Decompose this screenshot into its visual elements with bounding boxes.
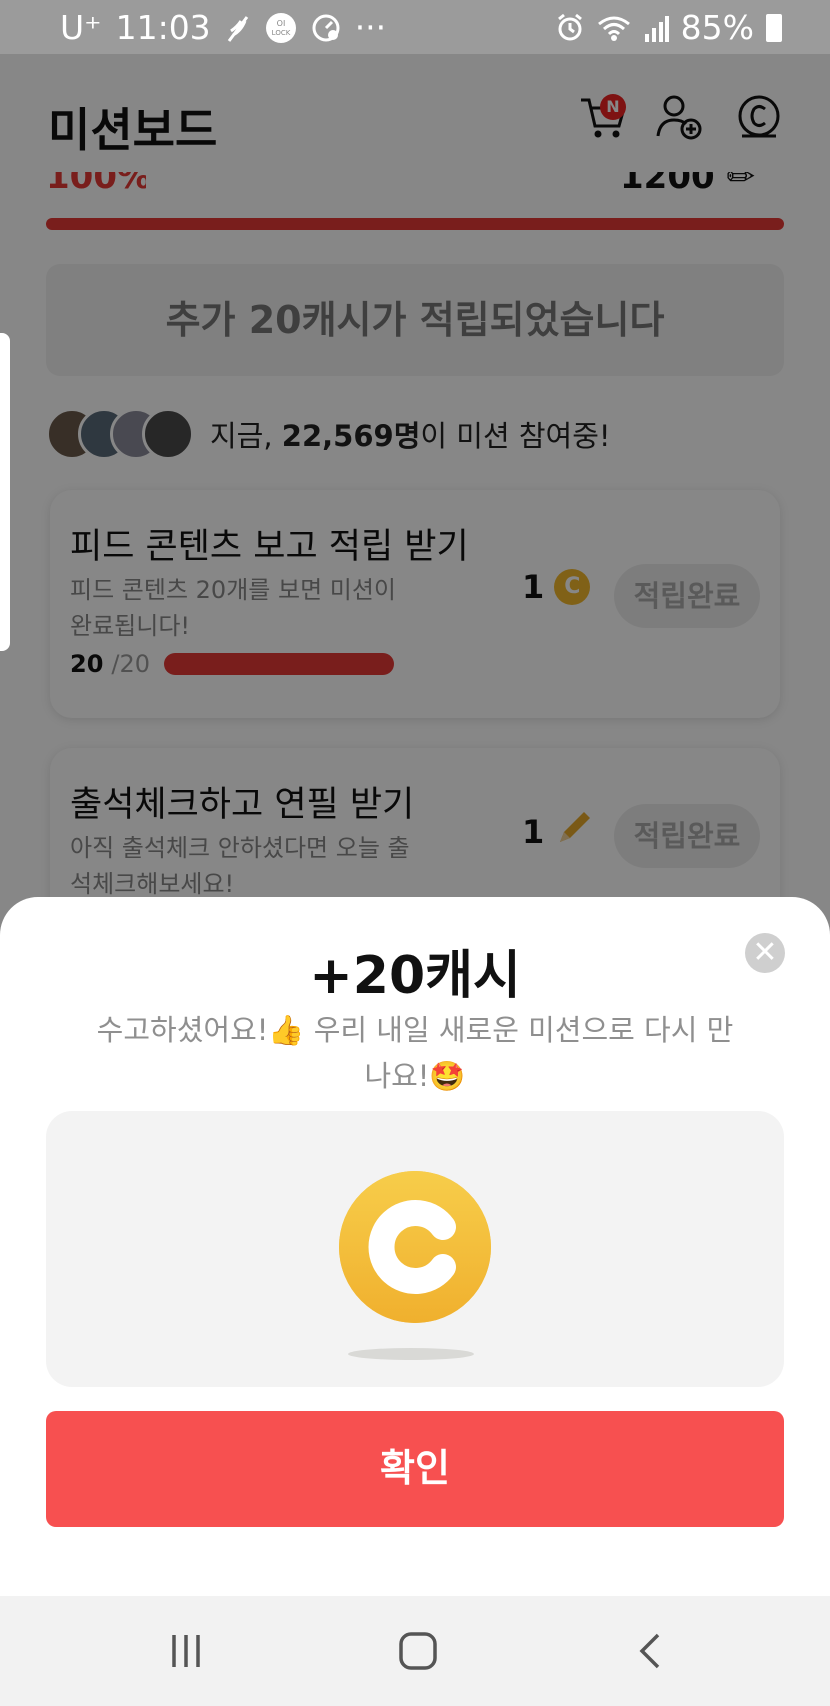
coin-shadow — [348, 1348, 474, 1360]
more-notifications: ··· — [354, 8, 387, 47]
home-icon[interactable] — [388, 1626, 448, 1676]
reward-bottom-sheet: ✕ +20캐시 수고하셨어요!👍 우리 내일 새로운 미션으로 다시 만나요!🤩… — [0, 897, 830, 1596]
wifi-icon — [597, 14, 631, 42]
system-navigation-bar — [0, 1596, 830, 1706]
status-left: U⁺ 11:03 OI LOCK ··· — [60, 8, 386, 47]
coin-icon — [339, 1171, 491, 1323]
battery-icon — [766, 13, 782, 42]
lock-app-icon: OI LOCK — [265, 12, 297, 44]
status-right: 85% — [555, 8, 782, 47]
feather-icon — [225, 13, 251, 43]
alarm-icon — [555, 13, 585, 43]
clock: 11:03 — [115, 8, 211, 47]
speed-icon — [311, 13, 341, 43]
sheet-title: +20캐시 — [309, 946, 521, 1006]
carrier-label: U⁺ — [60, 8, 102, 47]
status-bar: U⁺ 11:03 OI LOCK ··· 85% — [0, 0, 830, 54]
recent-apps-icon[interactable] — [156, 1626, 216, 1676]
coin-illustration-box — [46, 1111, 784, 1387]
signal-icon — [643, 14, 669, 42]
battery-percent: 85% — [680, 8, 754, 47]
svg-text:LOCK: LOCK — [271, 29, 290, 37]
svg-text:OI: OI — [276, 19, 285, 28]
confirm-button[interactable]: 확인 — [46, 1411, 784, 1527]
back-icon[interactable] — [620, 1626, 680, 1676]
sheet-message: 수고하셨어요!👍 우리 내일 새로운 미션으로 다시 만나요!🤩 — [96, 1013, 734, 1093]
edge-panel-handle[interactable] — [0, 333, 10, 651]
